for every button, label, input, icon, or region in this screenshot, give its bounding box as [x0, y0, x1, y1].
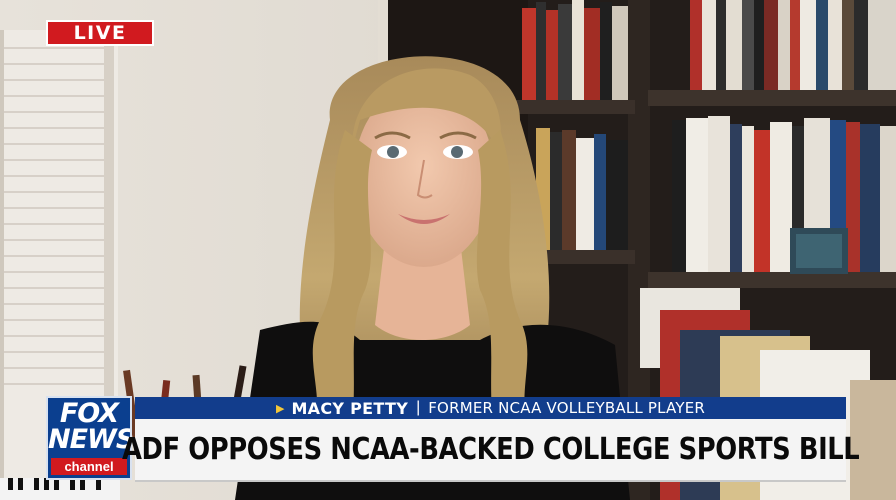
- name-separator: |: [416, 399, 421, 416]
- live-label: LIVE: [73, 22, 127, 44]
- headline-bar: ADF OPPOSES NCAA-BACKED COLLEGE SPORTS B…: [122, 419, 860, 482]
- lower-third-banner: ▶ MACY PETTY | FORMER NCAA VOLLEYBALL PL…: [122, 397, 860, 482]
- keyboard: [0, 478, 120, 500]
- books-middle-right: [672, 116, 896, 274]
- fox-news-logo: FOX NEWS channel: [46, 396, 132, 480]
- headline: ADF OPPOSES NCAA-BACKED COLLEGE SPORTS B…: [121, 432, 860, 467]
- guest-name: MACY PETTY: [291, 398, 409, 418]
- guest-title: FORMER NCAA VOLLEYBALL PLAYER: [428, 399, 706, 417]
- logo-line-channel: channel: [51, 458, 127, 475]
- logo-line-news: NEWS: [48, 424, 132, 455]
- live-badge: LIVE: [46, 20, 154, 46]
- play-triangle-icon: ▶: [275, 402, 285, 415]
- name-bar: ▶ MACY PETTY | FORMER NCAA VOLLEYBALL PL…: [135, 397, 846, 419]
- logo-line-fox: FOX: [59, 398, 119, 429]
- books-upper-right: [690, 0, 896, 90]
